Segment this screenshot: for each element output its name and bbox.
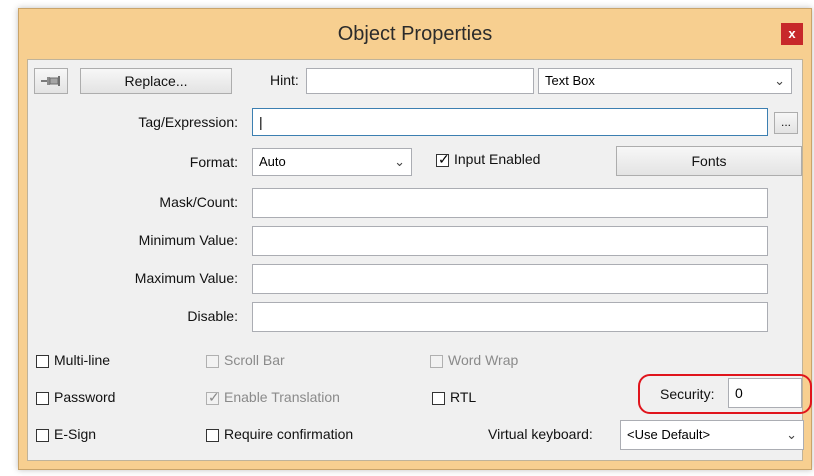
security-label: Security:: [660, 386, 715, 402]
pushpin-icon: [41, 76, 60, 86]
word-wrap-checkbox[interactable]: [430, 355, 443, 368]
mask-count-label: Mask/Count:: [159, 194, 238, 210]
maximum-value-field[interactable]: [252, 264, 768, 294]
mask-count-field[interactable]: [252, 188, 768, 218]
input-enabled-checkbox[interactable]: ✓: [436, 151, 450, 167]
e-sign-label: E-Sign: [54, 426, 97, 442]
multiline-label: Multi-line: [54, 352, 111, 368]
multiline-checkbox[interactable]: [36, 355, 49, 368]
security-field[interactable]: 0: [728, 378, 802, 408]
tag-expression-label: Tag/Expression:: [138, 114, 238, 130]
maximum-value-label: Maximum Value:: [134, 270, 238, 286]
password-checkbox[interactable]: [36, 392, 49, 405]
virtual-keyboard-value: <Use Default>: [627, 427, 711, 442]
hint-field[interactable]: [306, 68, 534, 94]
rtl-label: RTL: [450, 389, 477, 405]
dialog-title: Object Properties: [337, 23, 493, 45]
enable-translation-checkbox[interactable]: ✓: [206, 389, 220, 405]
disable-label: Disable:: [187, 308, 238, 324]
fonts-button-label: Fonts: [691, 153, 727, 169]
input-enabled-label: Input Enabled: [454, 151, 541, 167]
chevron-down-icon: ⌄: [774, 73, 785, 88]
replace-button[interactable]: Replace...: [80, 68, 232, 94]
object-type-select[interactable]: Text Box ⌄: [538, 68, 792, 94]
pin-button[interactable]: [34, 68, 68, 94]
checkmark-icon: ✓: [208, 389, 220, 405]
format-select[interactable]: Auto ⌄: [252, 148, 412, 176]
chevron-down-icon: ⌄: [786, 427, 797, 442]
close-icon[interactable]: x: [781, 23, 803, 45]
fonts-button[interactable]: Fonts: [616, 146, 802, 176]
virtual-keyboard-select[interactable]: <Use Default> ⌄: [620, 420, 804, 450]
require-confirmation-checkbox[interactable]: [206, 429, 219, 442]
rtl-checkbox[interactable]: [432, 392, 445, 405]
scroll-bar-checkbox[interactable]: [206, 355, 219, 368]
minimum-value-field[interactable]: [252, 226, 768, 256]
format-value: Auto: [259, 154, 286, 169]
enable-translation-label: Enable Translation: [224, 389, 340, 405]
object-properties-dialog: Object Properties x Replace... Hint: Tex…: [18, 8, 812, 470]
dialog-client-area: Replace... Hint: Text Box ⌄ Tag/Expressi…: [27, 59, 812, 461]
tag-expression-field[interactable]: |: [252, 108, 768, 136]
password-label: Password: [54, 389, 116, 405]
scroll-bar-label: Scroll Bar: [224, 352, 285, 368]
word-wrap-label: Word Wrap: [448, 352, 519, 368]
text-cursor: |: [259, 114, 263, 130]
object-type-value: Text Box: [545, 73, 595, 88]
require-confirmation-label: Require confirmation: [224, 426, 354, 442]
hint-label: Hint:: [270, 72, 299, 88]
format-label: Format:: [189, 154, 238, 170]
e-sign-checkbox[interactable]: [36, 429, 49, 442]
chevron-down-icon: ⌄: [394, 154, 405, 169]
browse-button[interactable]: ...: [774, 112, 798, 134]
checkmark-icon: ✓: [438, 151, 450, 167]
minimum-value-label: Minimum Value:: [138, 232, 238, 248]
virtual-keyboard-label: Virtual keyboard:: [488, 426, 593, 442]
disable-field[interactable]: [252, 302, 768, 332]
